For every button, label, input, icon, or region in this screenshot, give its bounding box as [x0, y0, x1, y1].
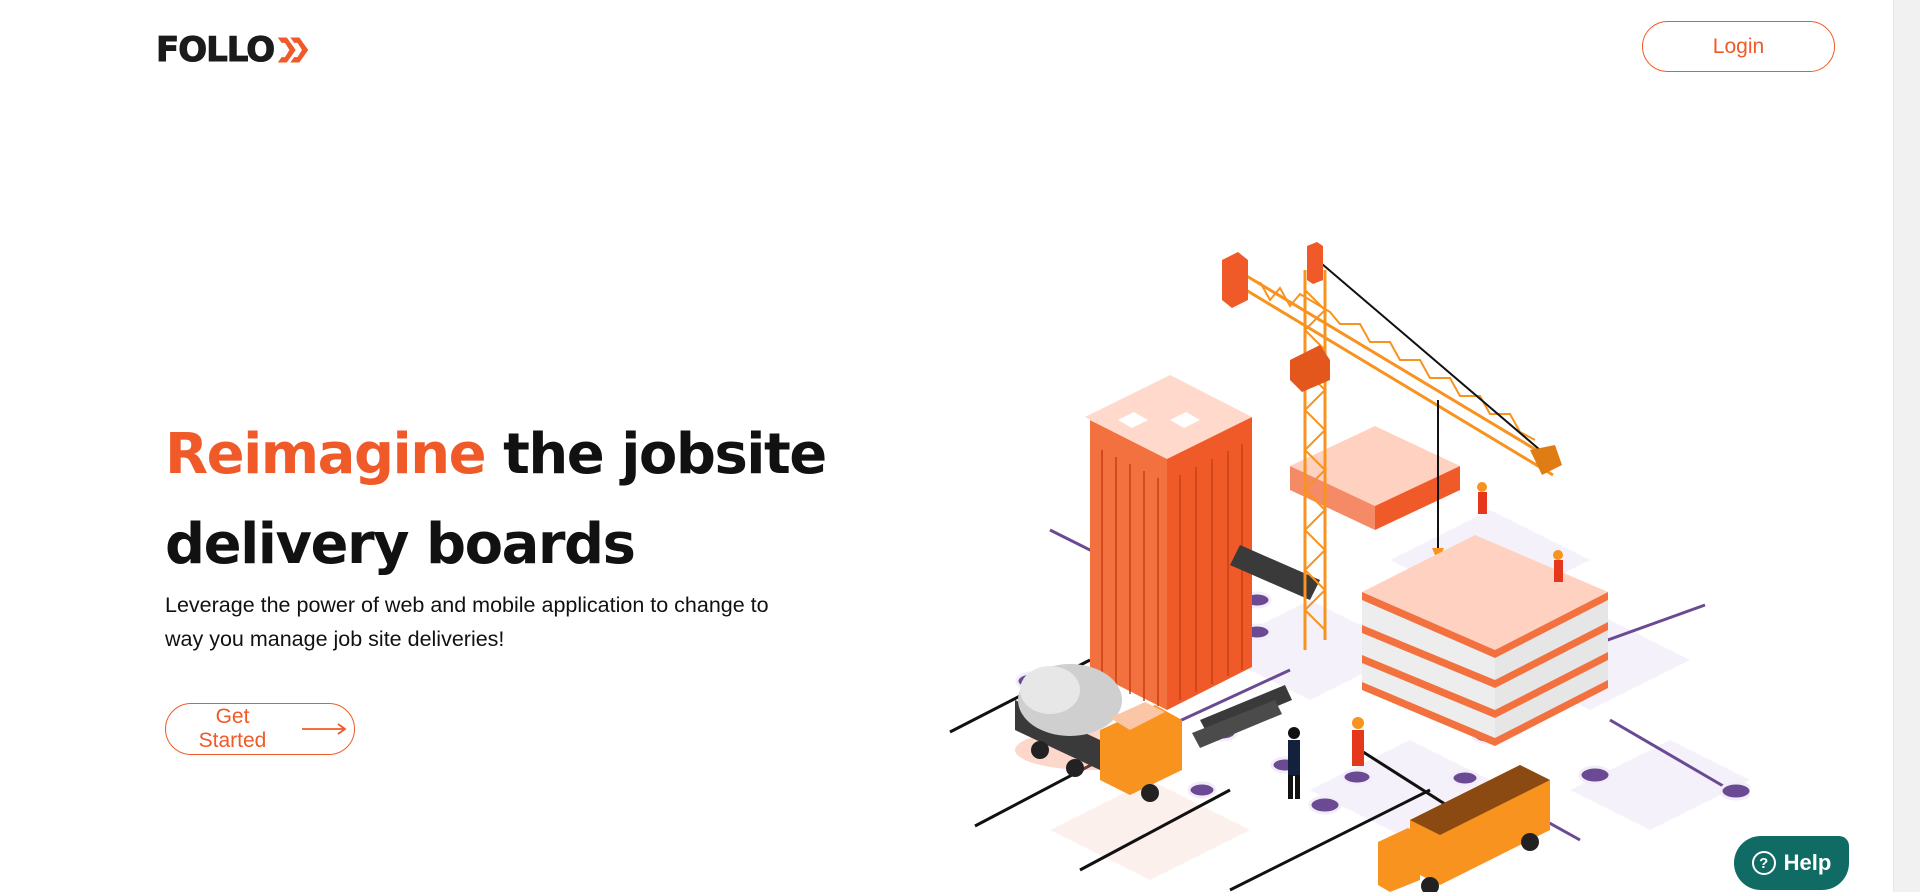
get-started-label: Get Started [198, 705, 267, 752]
hero-title: Reimagine the jobsite delivery boards [165, 410, 905, 590]
follo-logo[interactable]: FOLLO [155, 30, 312, 70]
arrow-right-icon [302, 722, 348, 736]
logo-chevrons-icon [277, 37, 309, 63]
hero-title-accent: Reimagine [165, 422, 487, 487]
get-started-button[interactable]: Get Started [165, 703, 355, 755]
page-scrollbar[interactable] [1893, 0, 1920, 892]
help-button[interactable]: ? Help [1734, 836, 1849, 890]
login-button[interactable]: Login [1642, 21, 1835, 72]
question-circle-icon: ? [1751, 851, 1776, 875]
construction-illustration [949, 242, 1750, 892]
hero-subtitle: Leverage the power of web and mobile app… [165, 593, 769, 651]
tall-tower [1085, 375, 1252, 710]
logo-wordmark: FOLLO [155, 30, 275, 70]
platform [1290, 426, 1460, 530]
help-label: Help [1783, 850, 1832, 875]
